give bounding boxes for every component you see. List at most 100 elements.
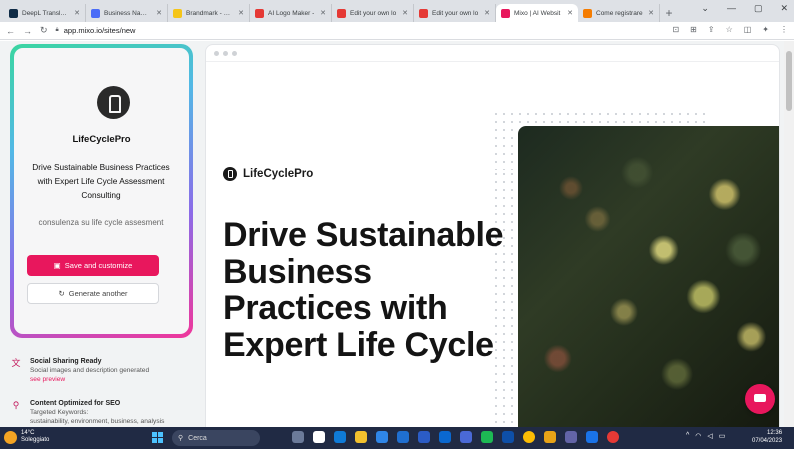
seo-icon: ⚲ xyxy=(12,400,20,410)
feature-desc: Targeted Keywords: xyxy=(30,409,89,416)
scrollbar-thumb[interactable] xyxy=(786,51,792,111)
generate-another-button[interactable]: ↻ Generate another xyxy=(27,283,159,304)
logo-maker-icon xyxy=(337,8,346,18)
sun-icon xyxy=(4,430,17,444)
app-icon[interactable] xyxy=(607,431,619,443)
search-label: Cerca xyxy=(188,434,207,442)
tab-title: Brandmark - mos xyxy=(186,9,235,17)
save-icon: ▣ xyxy=(53,261,61,270)
logo-maker-icon xyxy=(419,8,428,18)
app-icon[interactable] xyxy=(544,431,556,443)
url-field[interactable]: 🔒︎ app.mixo.io/sites/new xyxy=(56,26,136,35)
brand-name: LifeCyclePro xyxy=(72,134,131,145)
app-icon[interactable] xyxy=(418,431,430,443)
chevron-up-icon[interactable]: ^ xyxy=(686,432,689,440)
browser-tab[interactable]: Brandmark - mos ✕ xyxy=(168,4,250,22)
app-icon[interactable] xyxy=(586,431,598,443)
browser-tab[interactable]: Mixo | AI Websit ✕ xyxy=(496,4,578,22)
taskbar-search[interactable]: ⚲ Cerca xyxy=(172,430,260,446)
close-tab-icon[interactable]: ✕ xyxy=(156,9,162,17)
weather-widget[interactable]: 14°C Soleggiato xyxy=(4,430,49,444)
hero-image xyxy=(518,126,779,427)
browser-tab[interactable]: Edit your own lo ✕ xyxy=(332,4,414,22)
forward-icon[interactable]: → xyxy=(23,26,32,36)
edge-icon[interactable] xyxy=(334,431,346,443)
user-prompt: consulenza su life cycle assesment xyxy=(38,218,164,227)
feature-desc: Social images and description generated xyxy=(30,367,150,374)
save-and-customize-button[interactable]: ▣ Save and customize xyxy=(27,255,159,276)
chevron-down-icon[interactable]: ⌄ xyxy=(701,3,709,14)
weather-text: Soleggiato xyxy=(21,437,50,443)
close-tab-icon[interactable]: ✕ xyxy=(74,9,80,17)
widgets-icon[interactable] xyxy=(313,431,325,443)
site-summary-card: LifeCyclePro Drive Sustainable Business … xyxy=(14,48,189,334)
teams-icon[interactable] xyxy=(565,431,577,443)
back-icon[interactable]: ← xyxy=(6,26,15,36)
close-tab-icon[interactable]: ✕ xyxy=(484,9,490,17)
save-button-label: Save and customize xyxy=(64,261,133,270)
chrome-icon[interactable] xyxy=(523,431,535,443)
mail-icon[interactable] xyxy=(439,431,451,443)
menu-icon[interactable]: ⋮ xyxy=(780,25,788,34)
volume-icon[interactable]: ◁ xyxy=(707,432,712,440)
business-name-icon xyxy=(91,8,100,18)
app-icon[interactable] xyxy=(481,431,493,443)
app-icon[interactable] xyxy=(397,431,409,443)
battery-icon[interactable]: ▭ xyxy=(719,432,726,440)
preview-brand: LifeCyclePro xyxy=(223,167,313,181)
chat-bubble-icon[interactable] xyxy=(745,384,775,414)
close-tab-icon[interactable]: ✕ xyxy=(567,9,573,17)
file-explorer-icon[interactable] xyxy=(355,431,367,443)
mixo-icon xyxy=(501,8,510,18)
feature-seo: ⚲ Content Optimized for SEO Targeted Key… xyxy=(10,399,165,426)
side-panel-icon[interactable]: ◫ xyxy=(744,25,752,34)
task-view-icon[interactable] xyxy=(292,431,304,443)
scrollbar[interactable] xyxy=(784,41,794,427)
brandmark-icon xyxy=(173,8,182,18)
feature-title: Content Optimized for SEO xyxy=(30,400,121,407)
site-summary-card-border: LifeCyclePro Drive Sustainable Business … xyxy=(10,44,193,338)
share-icon[interactable]: ⇪ xyxy=(708,25,715,34)
generate-button-label: Generate another xyxy=(68,289,128,298)
tab-title: Edit your own lo xyxy=(350,9,397,17)
temperature: 14°C xyxy=(21,430,35,436)
toolbar-icons: ⊡ ⊞ ⇪ ☆ ◫ ✦ ⋮ xyxy=(672,25,788,34)
close-tab-icon[interactable]: ✕ xyxy=(402,9,408,17)
browser-tab[interactable]: AI Logo Maker - ✕ xyxy=(250,4,332,22)
tab-title: AI Logo Maker - xyxy=(268,9,315,17)
translate-page-icon[interactable]: ⊞ xyxy=(690,25,697,34)
close-tab-icon[interactable]: ✕ xyxy=(648,9,654,17)
browser-tab[interactable]: Come registrare ✕ xyxy=(578,4,660,22)
preview-brand-name: LifeCyclePro xyxy=(243,168,314,180)
app-icon[interactable] xyxy=(460,431,472,443)
extension-icon[interactable]: ✦ xyxy=(762,25,769,34)
tab-title: Mixo | AI Websit xyxy=(514,9,561,17)
website-preview[interactable]: LifeCyclePro Drive Sustainable Business … xyxy=(205,44,780,427)
windows-start-icon[interactable] xyxy=(152,432,163,443)
reload-icon[interactable]: ↻ xyxy=(40,25,48,36)
clock[interactable]: 12:36 07/04/2023 xyxy=(752,430,782,445)
bookmark-star-icon[interactable]: ☆ xyxy=(726,25,733,34)
feature-social-sharing: 文 Social Sharing Ready Social images and… xyxy=(10,357,149,384)
store-icon[interactable] xyxy=(376,431,388,443)
close-tab-icon[interactable]: ✕ xyxy=(320,9,326,17)
hero-headline: Drive Sustainable Business Practices wit… xyxy=(223,216,504,364)
google-lens-icon[interactable]: ⊡ xyxy=(672,25,679,34)
orange-site-icon xyxy=(583,8,592,18)
browser-tab[interactable]: Business Name G ✕ xyxy=(86,4,168,22)
maximize-icon[interactable]: ▢ xyxy=(754,3,763,14)
date: 07/04/2023 xyxy=(752,437,783,444)
browser-tab[interactable]: DeepL Translate: ✕ xyxy=(4,4,86,22)
wifi-icon[interactable]: ◠ xyxy=(695,432,701,440)
brand-tagline: Drive Sustainable Business Practices wit… xyxy=(32,162,170,200)
close-window-icon[interactable]: ✕ xyxy=(780,3,788,14)
browser-tab[interactable]: Edit your own lo ✕ xyxy=(414,4,496,22)
feature-title: Social Sharing Ready xyxy=(30,358,102,365)
new-tab-button[interactable]: + xyxy=(660,4,678,22)
lock-icon[interactable]: 🔒︎ xyxy=(56,27,59,34)
minimize-icon[interactable]: — xyxy=(727,3,736,14)
see-preview-link[interactable]: see preview xyxy=(30,375,149,384)
app-icon[interactable] xyxy=(502,431,514,443)
taskbar-apps xyxy=(292,431,619,443)
close-tab-icon[interactable]: ✕ xyxy=(238,9,244,17)
